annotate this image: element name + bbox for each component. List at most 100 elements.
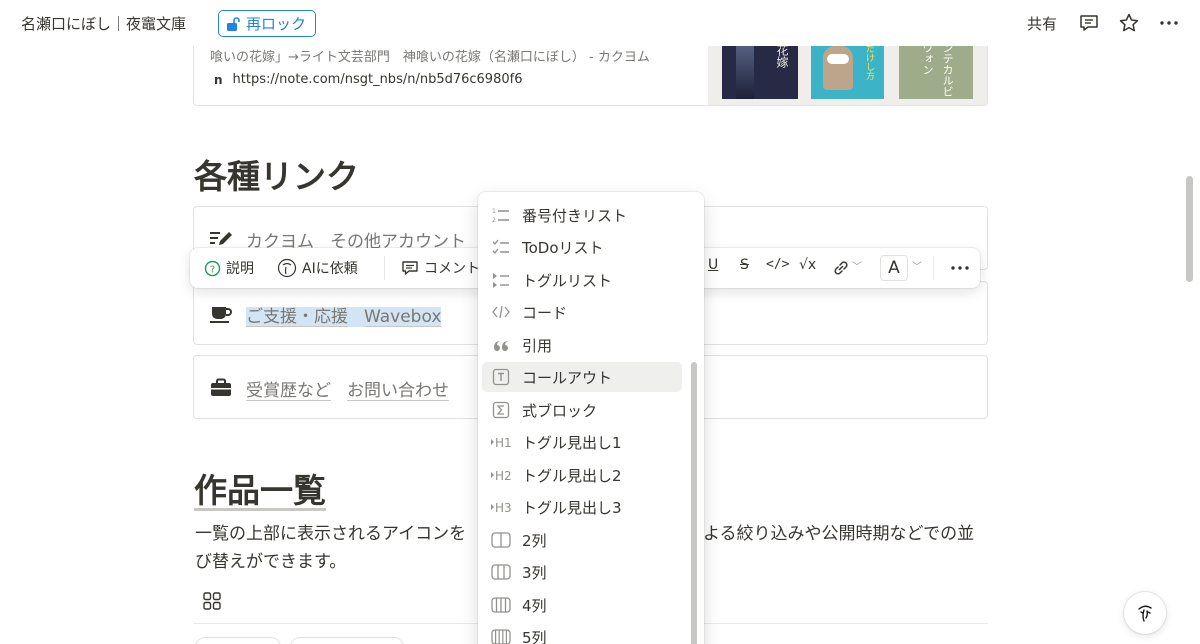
- menu-item-label: ToDoリスト: [522, 239, 604, 257]
- comment-icon[interactable]: [1078, 12, 1100, 34]
- book-cover-1: 花嫁: [722, 38, 798, 99]
- menu-item-callout[interactable]: コールアウト: [482, 362, 682, 392]
- toggle-list-icon: [491, 270, 511, 290]
- ask-ai-label: AIに依頼: [302, 261, 358, 277]
- more-icon[interactable]: [1158, 12, 1180, 34]
- quote-icon: [491, 335, 511, 355]
- menu-item-columns-2[interactable]: 2列: [482, 525, 682, 555]
- numbered-list-icon: 12: [491, 205, 511, 225]
- text-color-button[interactable]: A: [880, 255, 908, 281]
- top-bar: 名瀬口にぼし｜夜竈文庫 再ロック 共有: [0, 0, 1200, 46]
- menu-item-label: トグル見出し2: [522, 467, 622, 485]
- menu-item-columns-3[interactable]: 3列: [482, 557, 682, 587]
- menu-item-columns-5[interactable]: 5列: [482, 622, 682, 644]
- book-cover-2: だけし方: [811, 38, 884, 99]
- unlock-icon: [227, 16, 240, 31]
- bookmark-description: 喰いの花嫁」→ライト文芸部門 神喰いの花嫁（名瀬口にぼし） - カクヨム: [210, 50, 650, 65]
- gallery-view-icon[interactable]: [202, 592, 222, 610]
- menu-item-equation[interactable]: 式ブロック: [482, 395, 682, 425]
- briefcase-icon: [211, 378, 231, 396]
- columns-5-icon: [491, 627, 511, 644]
- bookmark-url: https://note.com/nsgt_nbs/n/nb5d76c6980f…: [232, 72, 523, 87]
- menu-item-label: 式ブロック: [522, 402, 598, 420]
- columns-2-icon: [491, 530, 511, 550]
- underline-button[interactable]: U: [708, 257, 718, 273]
- menu-item-label: 番号付きリスト: [522, 207, 628, 225]
- links-heading[interactable]: 各種リンク: [194, 150, 359, 198]
- para-line-1-right: よる絞り込みや公開時期などでの並: [703, 524, 975, 544]
- menu-item-label: 4列: [522, 597, 547, 615]
- relock-button[interactable]: 再ロック: [218, 10, 317, 37]
- heading-level-2-glyph: H2: [495, 469, 511, 483]
- menu-item-code[interactable]: コード: [482, 297, 682, 327]
- menu-item-label: 5列: [522, 629, 547, 644]
- menu-item-toggle-heading-2[interactable]: H2 トグル見出し2: [482, 460, 682, 490]
- heading-level-3-glyph: H3: [495, 501, 511, 515]
- strikethrough-button[interactable]: S: [740, 257, 749, 273]
- menu-item-label: トグル見出し3: [522, 499, 622, 517]
- menu-item-quote[interactable]: 引用: [482, 330, 682, 360]
- heading-level-1-glyph: H1: [495, 436, 511, 450]
- works-heading[interactable]: 作品一覧: [194, 464, 326, 512]
- link-awards[interactable]: 受賞歴など: [246, 381, 331, 401]
- page-scrollbar[interactable]: [1186, 176, 1193, 282]
- notion-ai-face-icon: [1138, 605, 1152, 622]
- color-chevron-down-icon[interactable]: ﹀: [912, 258, 922, 273]
- star-icon[interactable]: [1118, 12, 1140, 34]
- toggle-heading-2-icon: H2: [491, 465, 511, 485]
- svg-text:1: 1: [492, 208, 496, 215]
- menu-item-label: コード: [522, 304, 568, 322]
- link-row-text: 受賞歴など お問い合わせ: [246, 376, 449, 401]
- inline-equation-button[interactable]: √x: [799, 257, 816, 273]
- filter-chip[interactable]: [195, 637, 281, 644]
- comment-bubble-icon: [402, 261, 418, 275]
- filter-chip[interactable]: [290, 637, 404, 644]
- bookmark-thumbnail: 花嫁 だけし方 ンテカルビ ヴォン: [708, 38, 987, 106]
- breadcrumb[interactable]: 名瀬口にぼし｜夜竈文庫: [21, 13, 186, 34]
- menu-item-todo-list[interactable]: ToDoリスト: [482, 232, 682, 262]
- block-type-menu: 12 番号付きリスト ToDoリスト トグルリスト コード 引用 コールアウト: [478, 192, 704, 644]
- book-cover-3: ンテカルビ ヴォン: [899, 38, 973, 106]
- link-contact[interactable]: お問い合わせ: [347, 381, 449, 401]
- callout-icon: [491, 367, 511, 387]
- explain-label: 説明: [226, 261, 254, 277]
- inline-code-button[interactable]: </>: [766, 257, 789, 272]
- menu-item-columns-4[interactable]: 4列: [482, 590, 682, 620]
- help-circle-icon: ?: [204, 260, 221, 276]
- menu-item-label: トグル見出し1: [522, 434, 622, 452]
- menu-item-label: 引用: [522, 337, 553, 355]
- book-cover-3-text: ンテカルビ ヴォン: [921, 42, 954, 106]
- menu-item-label: 2列: [522, 532, 547, 550]
- ask-ai-button[interactable]: AIに依頼: [277, 256, 358, 280]
- comment-button[interactable]: コメント: [401, 256, 480, 280]
- ai-face-icon: [277, 258, 297, 278]
- explain-button[interactable]: ? 説明: [204, 256, 254, 280]
- coffee-cup-icon: [210, 307, 232, 323]
- menu-item-label: コールアウト: [522, 369, 613, 387]
- svg-text:?: ?: [210, 264, 215, 275]
- toolbar-more-icon[interactable]: [950, 259, 970, 277]
- toggle-heading-3-icon: H3: [491, 497, 511, 517]
- toolbar-divider: [933, 256, 934, 280]
- toggle-heading-1-icon: H1: [491, 432, 511, 452]
- book-cover-1-text: 花嫁: [775, 44, 789, 68]
- menu-item-label: トグルリスト: [522, 272, 613, 290]
- pencil-lines-icon: [210, 232, 232, 245]
- menu-item-numbered-list[interactable]: 12 番号付きリスト: [482, 200, 682, 230]
- menu-scrollbar[interactable]: [691, 362, 697, 644]
- equation-icon: [491, 400, 511, 420]
- bookmark-link: n https://note.com/nsgt_nbs/n/nb5d76c698…: [214, 72, 522, 87]
- todo-list-icon: [491, 237, 511, 257]
- menu-item-toggle-heading-1[interactable]: H1 トグル見出し1: [482, 427, 682, 457]
- bookmark-card[interactable]: 喰いの花嫁」→ライト文芸部門 神喰いの花嫁（名瀬口にぼし） - カクヨム n h…: [193, 38, 988, 106]
- notion-ai-button[interactable]: [1124, 592, 1166, 634]
- note-favicon-icon: n: [214, 72, 223, 87]
- menu-item-toggle-heading-3[interactable]: H3 トグル見出し3: [482, 492, 682, 522]
- link-icon[interactable]: [832, 259, 850, 277]
- link-support[interactable]: ご支援・応援: [246, 307, 348, 327]
- menu-item-toggle-list[interactable]: トグルリスト: [482, 265, 682, 295]
- toolbar-divider: [384, 256, 385, 280]
- link-chevron-down-icon[interactable]: ﹀: [852, 258, 862, 273]
- link-wavebox[interactable]: Wavebox: [364, 307, 441, 327]
- share-button[interactable]: 共有: [1027, 13, 1057, 34]
